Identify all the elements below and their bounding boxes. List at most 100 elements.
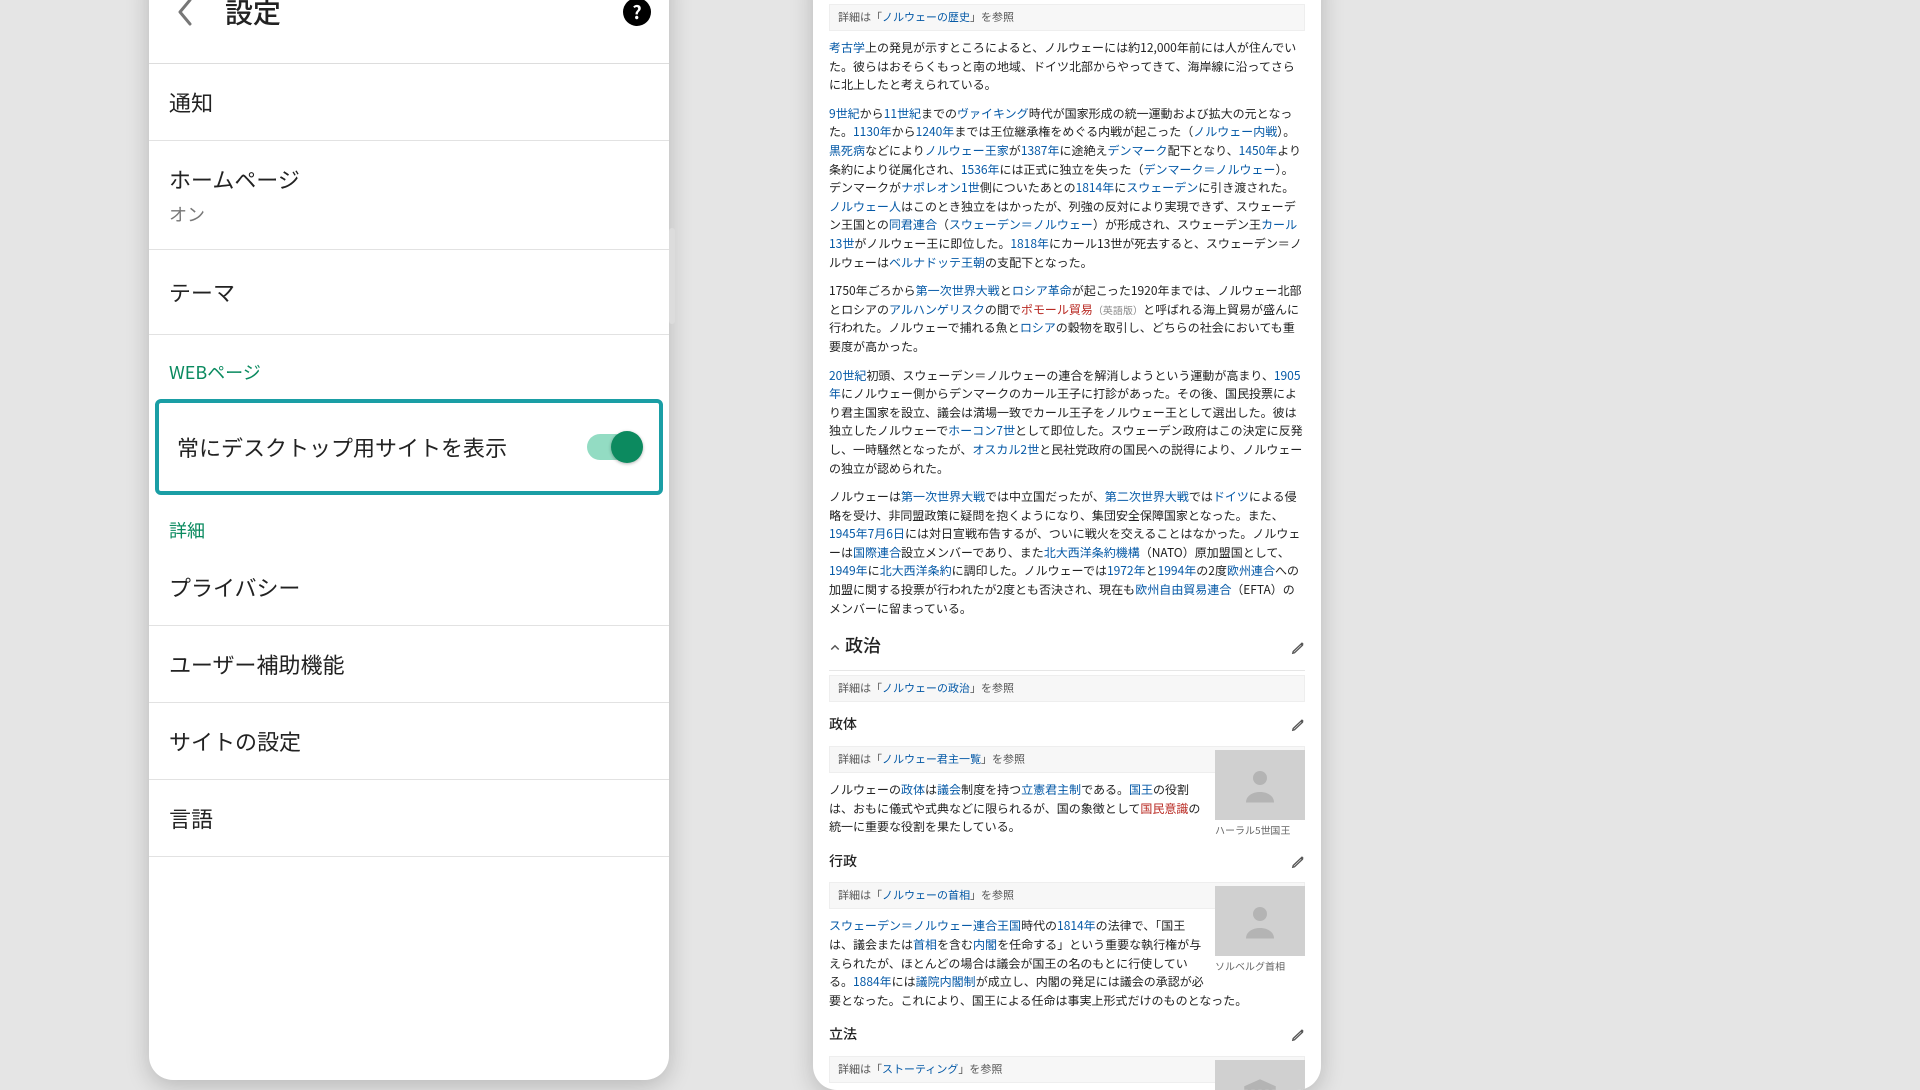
link[interactable]: 議院内閣制 (916, 973, 976, 990)
link[interactable]: 第一次世界大戦 (901, 488, 985, 505)
link[interactable]: 1814年 (1076, 179, 1115, 196)
link[interactable]: 第一次世界大戦 (916, 282, 1000, 299)
hatnote-politics: 詳細は「ノルウェーの政治」を参照 (829, 675, 1305, 702)
link[interactable]: 20世紀 (829, 367, 866, 384)
settings-row-notifications[interactable]: 通知 (149, 64, 669, 141)
link[interactable]: ノルウェーの首相 (882, 887, 970, 903)
paragraph: 20世紀初頭、スウェーデン＝ノルウェーの連合を解消しようという運動が高まり、19… (829, 367, 1305, 479)
link[interactable]: 議会 (937, 781, 961, 798)
edit-icon[interactable] (1291, 1028, 1305, 1042)
desktop-site-toggle[interactable] (587, 434, 641, 460)
link[interactable]: 11世紀 (884, 105, 921, 122)
link[interactable]: ヴァイキング (957, 105, 1029, 122)
link[interactable]: スウェーデン＝ノルウェー連合王国 (829, 917, 1021, 934)
link[interactable]: 1994年 (1158, 562, 1197, 579)
link[interactable]: ベルナドッテ王朝 (889, 254, 985, 271)
link[interactable]: 1130年 (853, 123, 892, 140)
link[interactable]: ノルウェー君主一覧 (882, 751, 981, 767)
row-label: サイトの設定 (169, 725, 649, 757)
subsection-title: 立法 (829, 1024, 857, 1046)
settings-row-desktop-site[interactable]: 常にデスクトップ用サイトを表示 (149, 395, 669, 499)
subsection-title: 行政 (829, 851, 857, 873)
link[interactable]: ノルウェーの政治 (882, 680, 970, 696)
settings-row-theme[interactable]: テーマ (149, 250, 669, 335)
link[interactable]: 内閣 (973, 936, 997, 953)
link[interactable]: ロシア (1020, 319, 1056, 336)
link[interactable]: 1240年 (916, 123, 955, 140)
link[interactable]: 第二次世界大戦 (1105, 488, 1189, 505)
link[interactable]: ノルウェー内戦 (1193, 123, 1277, 140)
link[interactable]: 1972年 (1107, 562, 1146, 579)
back-icon[interactable] (167, 0, 203, 30)
wiki-screen: 詳細は「ノルウェーの歴史」を参照 考古学上の発見が示すところによると、ノルウェー… (813, 0, 1321, 1090)
paragraph: 9世紀から11世紀までのヴァイキング時代が国家形成の統一運動および拡大の元となっ… (829, 105, 1305, 272)
link[interactable]: 欧州連合 (1227, 562, 1275, 579)
link[interactable]: 立憲君主制 (1021, 781, 1081, 798)
link-red[interactable]: 国民意識 (1140, 800, 1188, 817)
row-label: 常にデスクトップ用サイトを表示 (177, 431, 507, 463)
link[interactable]: 北大西洋条約機構 (1044, 544, 1140, 561)
link[interactable]: ホーコン7世 (948, 422, 1015, 439)
link[interactable]: 1814年 (1057, 917, 1096, 934)
settings-row-language[interactable]: 言語 (149, 780, 669, 857)
link[interactable]: 1818年 (1010, 235, 1049, 252)
edit-icon[interactable] (1291, 718, 1305, 732)
link[interactable]: オスカル2世 (972, 441, 1039, 458)
section-title: 政治 (845, 632, 881, 664)
link[interactable]: ドイツ (1213, 488, 1249, 505)
link[interactable]: 政体 (901, 781, 925, 798)
link[interactable]: スウェーデン＝ノルウェー (949, 216, 1093, 233)
settings-row-site-settings[interactable]: サイトの設定 (149, 703, 669, 780)
image-placeholder-icon (1215, 886, 1305, 956)
link[interactable]: 1387年 (1021, 142, 1060, 159)
section-label-web: WEBページ (149, 335, 669, 395)
subsection-executive[interactable]: 行政 (829, 847, 1305, 879)
link[interactable]: 北大西洋条約 (880, 562, 952, 579)
link[interactable]: 国王 (1129, 781, 1153, 798)
thumb-king[interactable]: ハーラル5世国王 (1215, 750, 1305, 836)
subsection-polity[interactable]: 政体 (829, 710, 1305, 742)
link[interactable]: デンマーク (1107, 142, 1167, 159)
section-label-details: 詳細 (149, 499, 669, 549)
settings-topbar: 設定 ? (149, 0, 669, 64)
link[interactable]: 1884年 (853, 973, 892, 990)
link[interactable]: ストーティング (882, 1061, 958, 1077)
link[interactable]: アルハンゲリスク (889, 301, 985, 318)
link[interactable]: 首相 (913, 936, 937, 953)
link-red[interactable]: ポモール貿易 (1021, 301, 1093, 318)
link[interactable]: 考古学 (829, 39, 865, 56)
link[interactable]: デンマーク＝ノルウェー (1144, 161, 1276, 178)
subsection-legislative[interactable]: 立法 (829, 1020, 1305, 1052)
row-label: 通知 (169, 86, 649, 118)
subsection-title: 政体 (829, 714, 857, 736)
link[interactable]: 欧州自由貿易連合 (1135, 581, 1231, 598)
link[interactable]: ロシア革命 (1012, 282, 1072, 299)
edit-icon[interactable] (1291, 855, 1305, 869)
link[interactable]: ノルウェーの歴史 (882, 9, 970, 25)
link[interactable]: 1945年7月6日 (829, 525, 905, 542)
paragraph: ノルウェーは第一次世界大戦では中立国だったが、第二次世界大戦ではドイツによる侵略… (829, 488, 1305, 618)
link[interactable]: ナポレオン1世 (901, 179, 980, 196)
link[interactable]: ノルウェー人 (829, 198, 901, 215)
thumb-storting[interactable]: ストーティング（ノルウェー議会議事堂） (1215, 1060, 1305, 1090)
section-politics[interactable]: 政治 (829, 628, 1305, 671)
settings-row-privacy[interactable]: プライバシー (149, 549, 669, 626)
link[interactable]: 1450年 (1239, 142, 1278, 159)
link[interactable]: 国際連合 (853, 544, 901, 561)
link[interactable]: ノルウェー王家 (925, 142, 1009, 159)
row-label: テーマ (169, 276, 649, 308)
settings-title: 設定 (225, 0, 281, 32)
link[interactable]: 9世紀 (829, 105, 860, 122)
row-label: プライバシー (169, 571, 649, 603)
thumb-pm[interactable]: ソルベルグ首相 (1215, 886, 1305, 972)
link[interactable]: 1536年 (961, 161, 1000, 178)
settings-row-accessibility[interactable]: ユーザー補助機能 (149, 626, 669, 703)
link[interactable]: 黒死病 (829, 142, 865, 159)
edit-icon[interactable] (1291, 641, 1305, 655)
help-icon[interactable]: ? (623, 0, 651, 26)
link[interactable]: 1949年 (829, 562, 868, 579)
article-body[interactable]: 詳細は「ノルウェーの歴史」を参照 考古学上の発見が示すところによると、ノルウェー… (813, 0, 1321, 1090)
settings-row-homepage[interactable]: ホームページ オン (149, 141, 669, 250)
link[interactable]: 同君連合 (889, 216, 937, 233)
link[interactable]: スウェーデン (1126, 179, 1198, 196)
